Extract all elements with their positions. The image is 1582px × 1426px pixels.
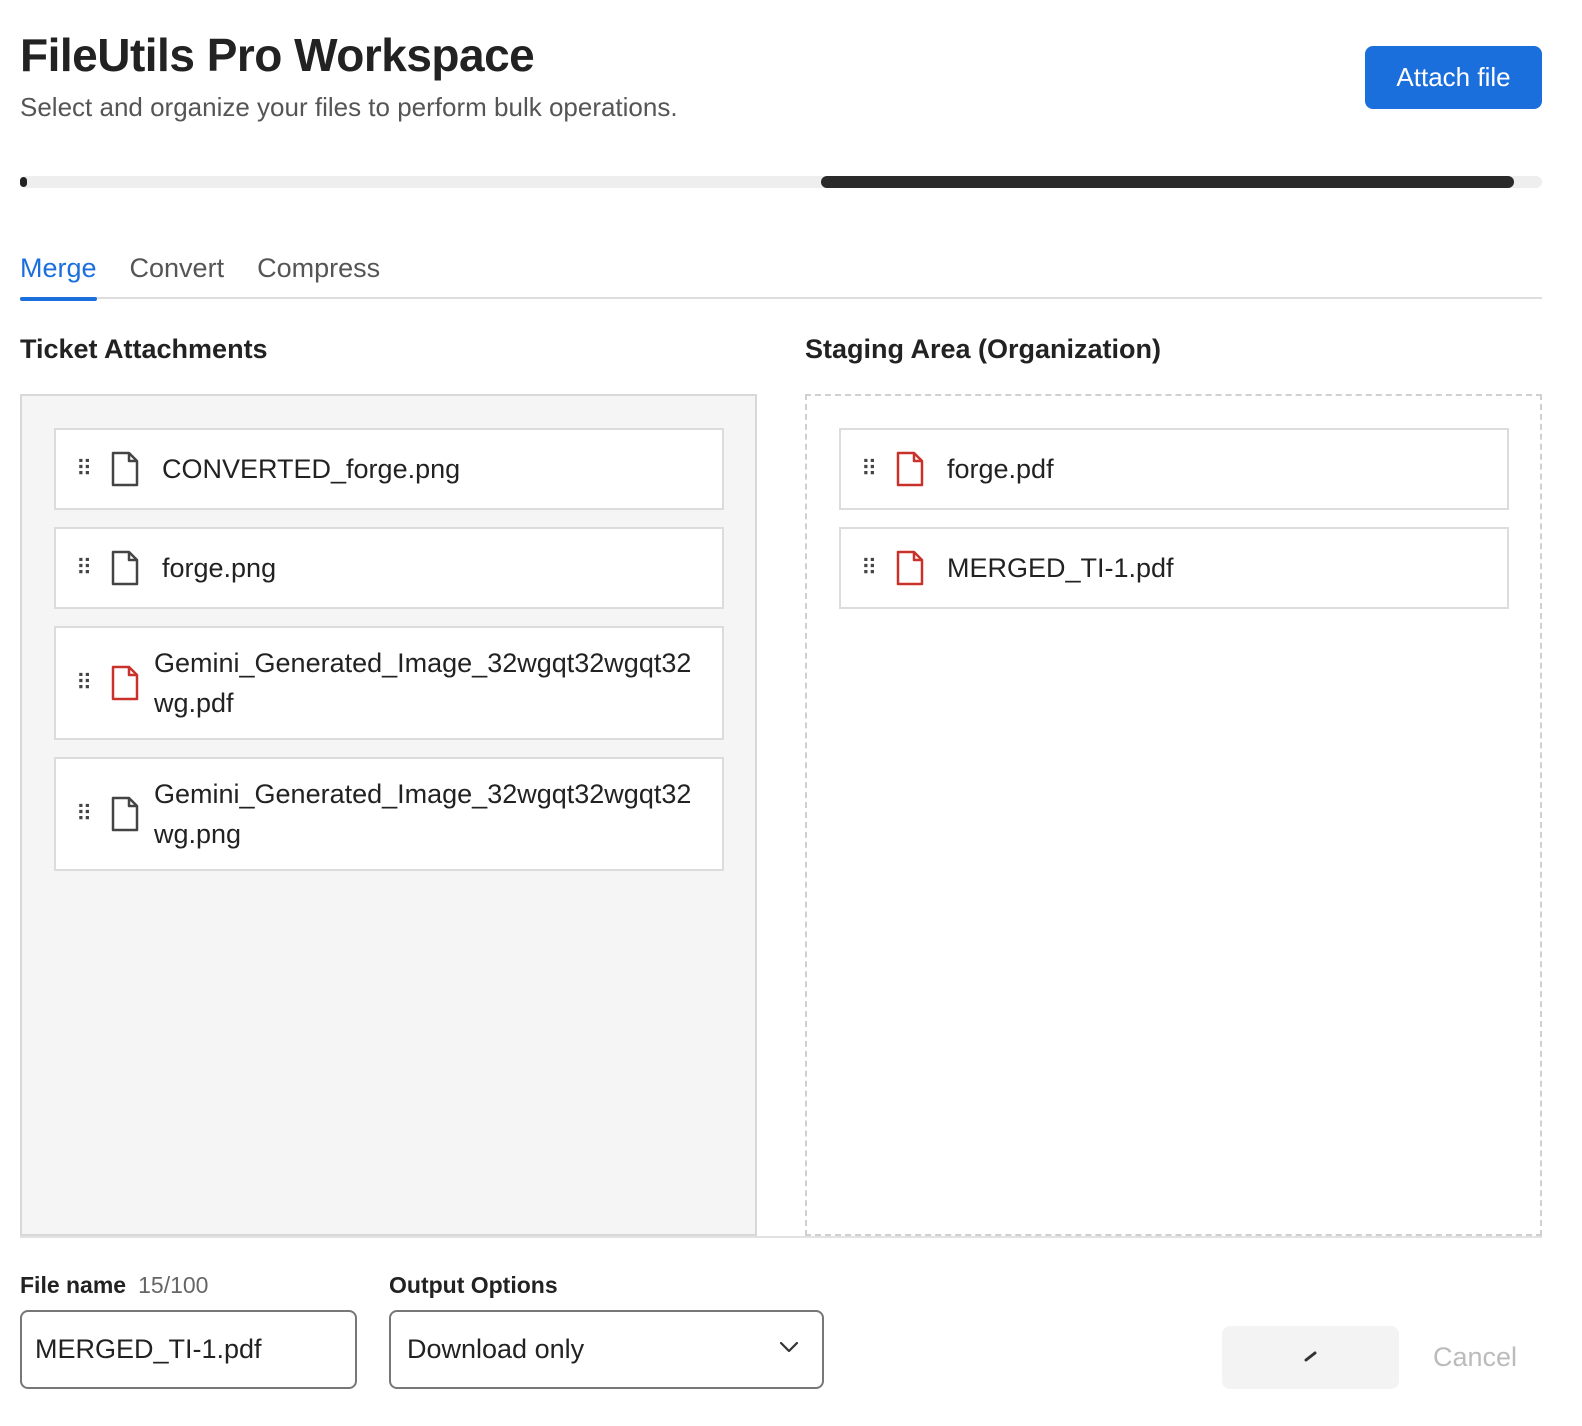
ticket-attachments-panel[interactable]: ⠿ CONVERTED_forge.png ⠿ forge.png ⠿ Gemi… (20, 394, 757, 1236)
file-name: forge.png (162, 553, 277, 583)
tab-convert[interactable]: Convert (130, 248, 225, 299)
page-title: FileUtils Pro Workspace (20, 29, 535, 81)
cancel-button[interactable]: Cancel (1420, 1326, 1530, 1389)
pdf-file-icon (110, 664, 146, 702)
file-name: MERGED_TI-1.pdf (947, 553, 1174, 583)
file-icon (110, 795, 146, 833)
drag-handle-icon[interactable]: ⠿ (841, 456, 895, 482)
file-name: CONVERTED_forge.png (162, 454, 461, 484)
progress-segment (821, 176, 1514, 188)
drag-handle-icon[interactable]: ⠿ (841, 555, 895, 581)
file-name: Gemini_Generated_Image_32wgqt32wgqt32wg.… (154, 648, 692, 718)
file-name-char-count: 15/100 (138, 1272, 209, 1298)
attach-file-button[interactable]: Attach file (1365, 46, 1542, 109)
staging-area-list: ⠿ forge.pdf ⠿ MERGED_TI-1.pdf (839, 428, 1509, 626)
output-options-value: Download only (407, 1334, 585, 1364)
tab-bar: Merge Convert Compress (20, 248, 1542, 301)
divider (20, 1236, 1542, 1238)
drag-handle-icon[interactable]: ⠿ (56, 670, 110, 696)
list-item[interactable]: ⠿ CONVERTED_forge.png (54, 428, 724, 510)
submit-button[interactable] (1222, 1326, 1399, 1389)
tab-merge[interactable]: Merge (20, 248, 97, 301)
ticket-attachments-list: ⠿ CONVERTED_forge.png ⠿ forge.png ⠿ Gemi… (54, 428, 724, 888)
output-options-label: Output Options (389, 1272, 558, 1298)
file-name-input[interactable] (20, 1310, 357, 1389)
file-name-label: File name 15/100 (20, 1272, 208, 1299)
progress-start-marker (20, 177, 27, 187)
list-item[interactable]: ⠿ MERGED_TI-1.pdf (839, 527, 1509, 609)
staging-area-panel[interactable]: ⠿ forge.pdf ⠿ MERGED_TI-1.pdf (805, 394, 1542, 1236)
list-item[interactable]: ⠿ Gemini_Generated_Image_32wgqt32wgqt32w… (54, 626, 724, 740)
loading-spinner-icon (1301, 1345, 1321, 1370)
file-name-label-text: File name (20, 1272, 127, 1298)
file-icon (110, 450, 146, 488)
list-item[interactable]: ⠿ forge.png (54, 527, 724, 609)
list-item[interactable]: ⠿ Gemini_Generated_Image_32wgqt32wgqt32w… (54, 757, 724, 871)
page-subtitle: Select and organize your files to perfor… (20, 92, 678, 122)
drag-handle-icon[interactable]: ⠿ (56, 555, 110, 581)
ticket-attachments-title: Ticket Attachments (20, 334, 268, 364)
chevron-down-icon (778, 1340, 800, 1359)
file-icon (110, 549, 146, 587)
output-options-select[interactable]: Download only (389, 1310, 824, 1389)
pdf-file-icon (895, 549, 931, 587)
drag-handle-icon[interactable]: ⠿ (56, 456, 110, 482)
list-item[interactable]: ⠿ forge.pdf (839, 428, 1509, 510)
staging-area-title: Staging Area (Organization) (805, 334, 1162, 364)
page-header: FileUtils Pro Workspace Select and organ… (20, 28, 678, 123)
drag-handle-icon[interactable]: ⠿ (56, 801, 110, 827)
tab-compress[interactable]: Compress (257, 248, 380, 299)
pdf-file-icon (895, 450, 931, 488)
file-name: Gemini_Generated_Image_32wgqt32wgqt32wg.… (154, 779, 692, 849)
file-name: forge.pdf (947, 454, 1054, 484)
